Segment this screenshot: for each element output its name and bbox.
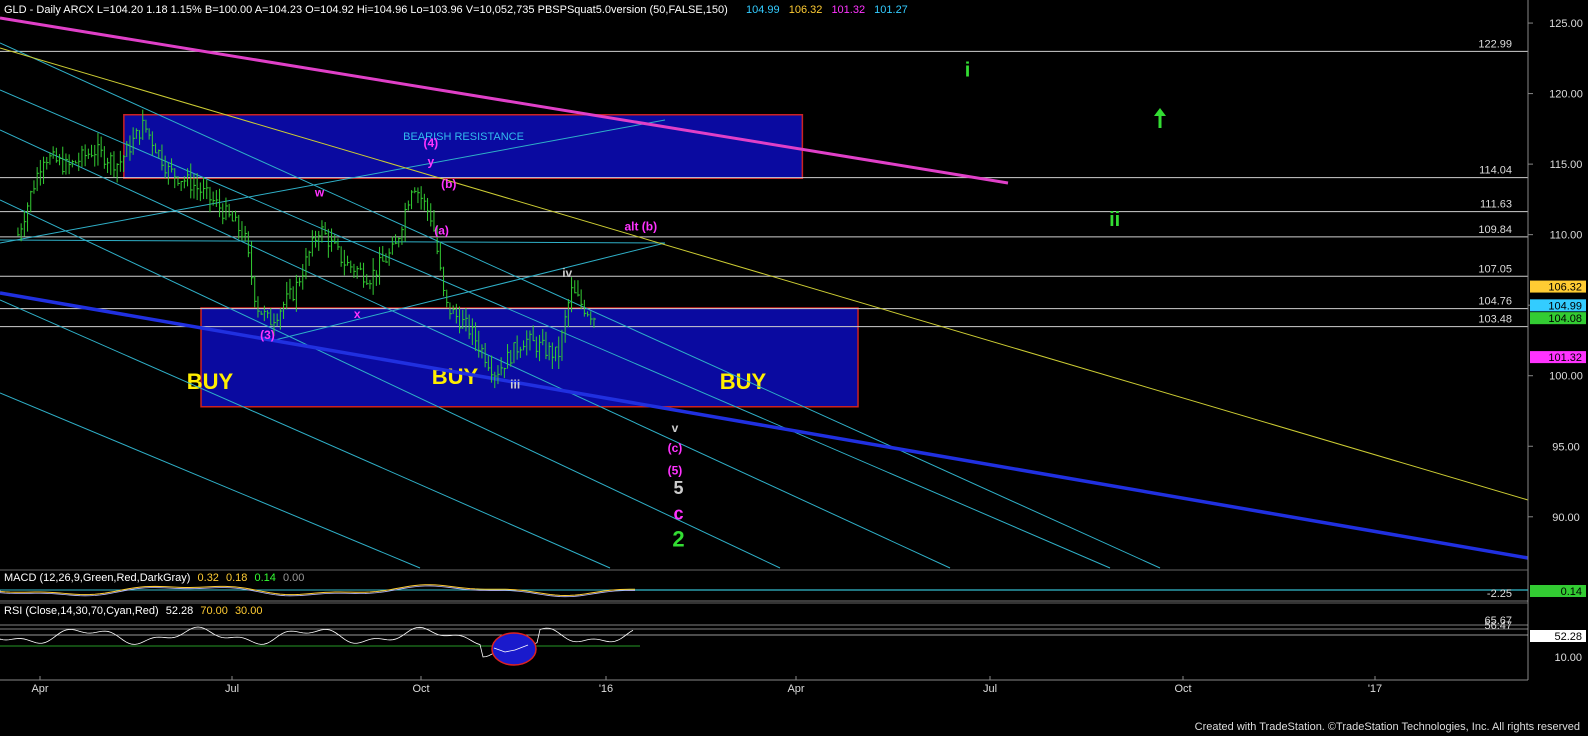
macd-value-1: 0.32 xyxy=(198,572,219,584)
rsi-level-label-3: 10.00 xyxy=(1554,652,1582,664)
macd-value-4: 0.00 xyxy=(283,572,304,584)
x-tick-label-2: Oct xyxy=(412,683,429,695)
wave-label-9: iii xyxy=(510,377,520,391)
level-label-3: 109.84 xyxy=(1478,224,1512,236)
rsi-value-3: 30.00 xyxy=(235,605,263,617)
rsi-label: RSI (Close,14,30,70,Cyan,Red) xyxy=(4,605,159,617)
wave-label-11: (c) xyxy=(668,441,683,455)
wave-label-2: (3) xyxy=(260,328,275,342)
x-tick-label-0: Apr xyxy=(31,683,48,695)
x-tick-label-7: '17 xyxy=(1368,683,1382,695)
ind-value-1: 104.99 xyxy=(746,4,780,16)
price-tag-label-0: 106.32 xyxy=(1548,282,1582,294)
macd-level-label: -2.25 xyxy=(1487,588,1512,600)
y-tick-label-6: 95.00 xyxy=(1552,441,1580,453)
y-tick-label-2: 115.00 xyxy=(1550,159,1583,171)
wave-label-17: ii xyxy=(1109,209,1120,231)
rsi-level-label-2: 52.28 xyxy=(1554,631,1582,643)
ind-value-4: 101.27 xyxy=(874,4,908,16)
price-tag-label-2: 104.08 xyxy=(1548,313,1582,325)
macd-label: MACD (12,26,9,Green,Red,DarkGray) xyxy=(4,572,190,584)
wave-label-16: i xyxy=(965,60,971,82)
chart-header: GLD - Daily ARCX L=104.20 1.18 1.15% B=1… xyxy=(4,4,728,16)
wave-label-10: v xyxy=(672,421,679,435)
rsi-oversold-circle xyxy=(491,632,537,666)
macd-value-2: 0.18 xyxy=(226,572,247,584)
wave-label-4: y xyxy=(427,155,434,169)
zone-box-0 xyxy=(123,113,804,179)
x-tick-label-4: Apr xyxy=(787,683,804,695)
footer-copyright: Created with TradeStation. ©TradeStation… xyxy=(1194,721,1580,733)
y-tick-label-5: 100.00 xyxy=(1549,371,1583,383)
wave-label-1: x xyxy=(354,307,361,321)
wave-label-12: (5) xyxy=(668,463,683,477)
rsi-value-2: 70.00 xyxy=(200,605,228,617)
x-tick-label-5: Jul xyxy=(983,683,997,695)
ind-value-3: 101.32 xyxy=(831,4,865,16)
x-tick-label-1: Jul xyxy=(225,683,239,695)
macd-value-3: 0.14 xyxy=(254,572,275,584)
y-tick-label-3: 110.00 xyxy=(1550,230,1583,242)
wave-label-7: alt (b) xyxy=(624,219,657,233)
rsi-level-label-1: 56.47 xyxy=(1484,620,1512,632)
wave-label-15: 2 xyxy=(672,526,684,551)
price-tag-label-3: 101.32 xyxy=(1548,352,1582,364)
wave-label-5: (b) xyxy=(441,177,456,191)
level-label-5: 104.76 xyxy=(1478,296,1512,308)
wave-label-0: w xyxy=(314,186,325,200)
zone-label-resistance: BEARISH RESISTANCE xyxy=(403,131,524,143)
level-label-2: 111.63 xyxy=(1480,199,1512,211)
level-label-1: 114.04 xyxy=(1479,165,1512,177)
buy-label-0: BUY xyxy=(187,369,234,394)
rsi-header: RSI (Close,14,30,70,Cyan,Red) 52.28 70.0… xyxy=(4,605,262,617)
x-tick-label-3: '16 xyxy=(599,683,613,695)
wave-label-14: c xyxy=(674,504,684,524)
y-tick-label-7: 90.00 xyxy=(1552,512,1580,524)
y-tick-label-0: 125.00 xyxy=(1549,18,1583,30)
level-label-0: 122.99 xyxy=(1478,38,1512,50)
rsi-value-1: 52.28 xyxy=(166,605,194,617)
macd-tag-label: 0.14 xyxy=(1561,586,1582,598)
price-tag-label-1: 104.99 xyxy=(1548,300,1582,312)
y-tick-label-1: 120.00 xyxy=(1549,89,1583,101)
ind-value-2: 106.32 xyxy=(789,4,823,16)
macd-header: MACD (12,26,9,Green,Red,DarkGray) 0.32 0… xyxy=(4,572,304,584)
buy-label-2: BUY xyxy=(720,369,767,394)
wave-label-13: 5 xyxy=(674,478,684,498)
level-label-6: 103.48 xyxy=(1478,314,1512,326)
x-tick-label-6: Oct xyxy=(1174,683,1191,695)
wave-label-6: (a) xyxy=(434,224,449,238)
price-chart: GLD - Daily ARCX L=104.20 1.18 1.15% B=1… xyxy=(0,0,1588,736)
header-main: GLD - Daily ARCX L=104.20 1.18 1.15% B=1… xyxy=(4,4,728,16)
wave-label-3: (4) xyxy=(423,136,438,150)
wave-label-8: iv xyxy=(562,266,572,280)
level-label-4: 107.05 xyxy=(1478,263,1512,275)
